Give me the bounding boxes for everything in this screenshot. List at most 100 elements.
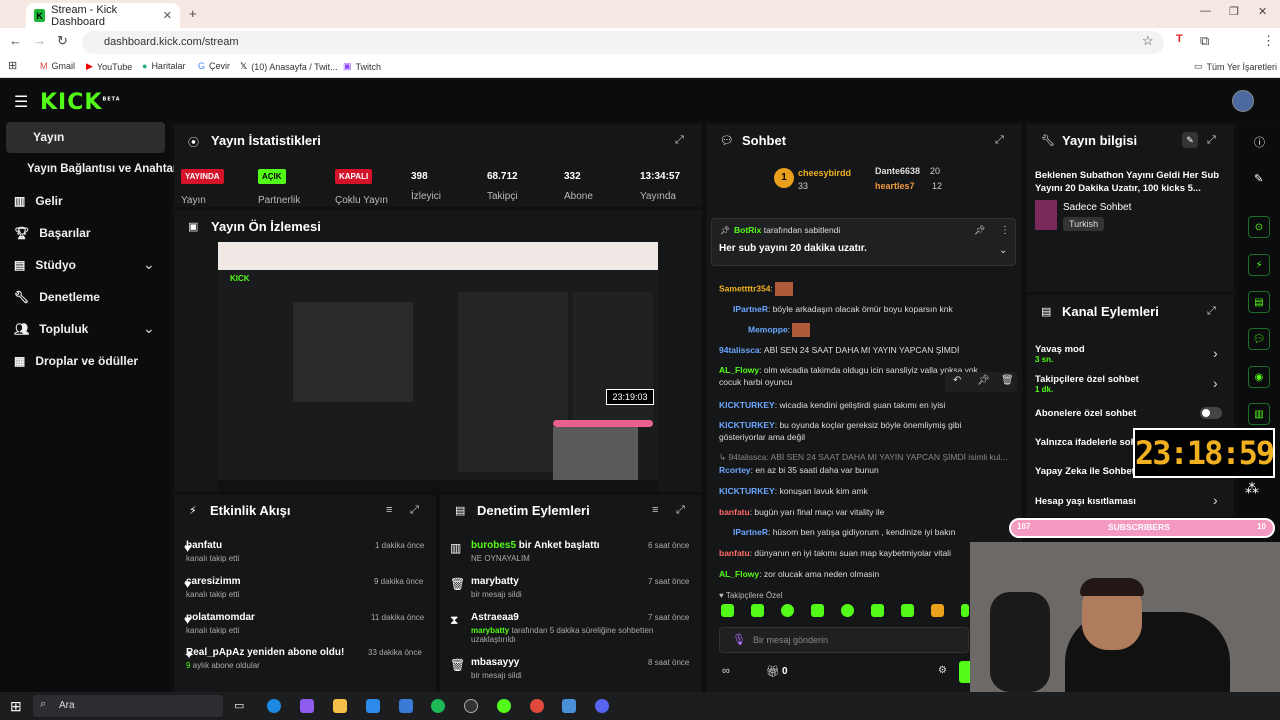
sidebar-item-moderation[interactable]: 🔧︎ Denetleme <box>14 290 100 304</box>
bookmark-youtube[interactable]: ▶ YouTube <box>86 61 132 72</box>
bookmark-star-icon[interactable]: ☆ <box>1142 33 1154 49</box>
category-name[interactable]: Sadece Sohbet <box>1063 202 1131 213</box>
emote-icon[interactable] <box>841 604 854 617</box>
category-thumbnail[interactable] <box>1035 200 1057 230</box>
channel-icon[interactable]: ▥ <box>1248 403 1270 425</box>
kick-logo[interactable]: KICKBETA <box>40 90 121 115</box>
all-bookmarks[interactable]: ▭ Tüm Yer İşaretleri <box>1194 61 1277 72</box>
gift-icon[interactable]: 🎁︎ <box>766 665 780 678</box>
emote-icon[interactable] <box>751 604 764 617</box>
emote-icon[interactable] <box>871 604 884 617</box>
filter-icon[interactable]: ≡ <box>652 504 658 516</box>
emote-icon[interactable] <box>721 604 734 617</box>
sidebar-item-stream[interactable]: Yayın <box>6 122 165 153</box>
chrome-icon[interactable] <box>530 699 544 713</box>
discord-icon[interactable] <box>595 699 609 713</box>
obs-icon[interactable] <box>464 699 478 713</box>
third-gifter-name[interactable]: heartles7 <box>875 181 915 191</box>
hamburger-menu-icon[interactable]: ☰ <box>14 92 28 112</box>
sidebar-item-drops[interactable]: ▦ Droplar ve ödüller <box>14 354 138 368</box>
top-gifter-name[interactable]: cheesybirdd <box>798 168 851 178</box>
back-icon[interactable]: ← <box>9 33 22 48</box>
emote-icon[interactable] <box>901 604 914 617</box>
app-icon[interactable] <box>399 699 413 713</box>
chevron-down-icon[interactable]: ⌄ <box>999 245 1007 256</box>
pinned-message[interactable]: 📌︎ BotRix tarafından sabitlendi Her sub … <box>711 218 1016 266</box>
sidebar-item-achievements[interactable]: 🏆︎ Başarılar <box>14 226 91 240</box>
kick-app-icon[interactable] <box>497 699 511 713</box>
edge-icon[interactable] <box>267 699 281 713</box>
emote-icon[interactable] <box>931 604 944 617</box>
pin-icon[interactable]: 📌︎ <box>974 225 985 236</box>
store-icon[interactable] <box>366 699 380 713</box>
bookmark-maps[interactable]: ● Haritalar <box>142 61 185 71</box>
extension-icon[interactable]: T <box>1176 33 1183 45</box>
browser-tab[interactable]: K Stream - Kick Dashboard ✕ <box>26 3 180 28</box>
delete-icon[interactable]: 🗑︎ <box>1001 375 1014 386</box>
more-icon[interactable]: ⋮ <box>1000 225 1010 236</box>
minimize-icon[interactable]: — <box>1200 5 1211 17</box>
file-explorer-icon[interactable] <box>333 699 347 713</box>
spotify-icon[interactable] <box>431 699 445 713</box>
expand-icon[interactable]: ⤢ <box>676 504 685 517</box>
emote-icon[interactable] <box>961 604 969 617</box>
sidebar-item-stream-key[interactable]: Yayın Bağlantısı ve Anahtarı <box>27 163 181 175</box>
microphone-icon[interactable]: 🎙︎ <box>732 633 746 646</box>
document-icon[interactable]: ▤ <box>1248 291 1270 313</box>
chevron-right-icon[interactable]: › <box>1213 345 1218 361</box>
bookmark-gmail[interactable]: M Gmail <box>40 61 75 71</box>
infinity-icon[interactable]: ∞ <box>722 665 730 677</box>
task-view-icon[interactable]: ▭ <box>234 699 248 713</box>
broadcast-icon[interactable]: ◉ <box>1248 366 1270 388</box>
windows-start-icon[interactable]: ⊞ <box>10 698 22 715</box>
chat-icon[interactable]: 💬︎ <box>1248 328 1270 350</box>
filter-icon[interactable]: ≡ <box>386 504 392 516</box>
lightning-icon[interactable]: ⚡︎ <box>1248 254 1270 276</box>
sidebar-item-revenue[interactable]: ▥ Gelir <box>14 194 63 208</box>
emote-icon[interactable] <box>811 604 824 617</box>
chevron-down-icon[interactable]: ⌄ <box>143 256 155 273</box>
chat-input[interactable]: 🎙︎ Bir mesaj gönderin <box>719 627 969 653</box>
edit-icon[interactable]: ✎ <box>1182 132 1198 148</box>
maximize-icon[interactable]: ❐ <box>1229 5 1239 18</box>
emote-icon[interactable] <box>781 604 794 617</box>
expand-icon[interactable]: ⤢ <box>1207 305 1216 318</box>
close-tab-icon[interactable]: ✕ <box>163 9 172 22</box>
chat-message: banfatu: dünyanın en iyi takımı suan map… <box>719 548 951 558</box>
pencil-icon[interactable]: ✎ <box>1254 172 1263 185</box>
app-icon[interactable] <box>562 699 576 713</box>
apps-icon[interactable]: ⊞ <box>8 59 17 72</box>
settings-icon[interactable]: ⚙︎ <box>938 665 947 676</box>
chevron-right-icon[interactable]: › <box>1213 492 1218 508</box>
taskbar-search[interactable]: ⌕ Ara <box>33 695 223 717</box>
chevron-down-icon[interactable]: ⌄ <box>143 320 155 337</box>
menu-icon[interactable]: ⋮ <box>1262 33 1275 49</box>
reload-icon[interactable]: ↻ <box>57 33 68 49</box>
target-icon[interactable]: ⊙ <box>1248 216 1270 238</box>
new-tab-icon[interactable]: + <box>189 6 197 21</box>
chevron-right-icon[interactable]: › <box>1213 375 1218 391</box>
forward-icon[interactable]: → <box>33 33 46 48</box>
stream-preview-video[interactable]: KICK 23:19:03 <box>218 242 658 492</box>
pin-icon[interactable]: 📌︎ <box>977 375 990 386</box>
expand-icon[interactable]: ⤢ <box>675 134 684 147</box>
extensions-puzzle-icon[interactable]: ⧉ <box>1200 33 1209 49</box>
second-gifter-name[interactable]: Dante6638 <box>875 166 920 176</box>
copilot-icon[interactable] <box>300 699 314 713</box>
bookmark-translate[interactable]: G Çevir <box>198 61 230 71</box>
info-icon[interactable]: ⓘ <box>1254 134 1265 150</box>
subs-chat-toggle[interactable] <box>1200 407 1222 419</box>
reply-icon[interactable]: ↶ <box>953 375 961 386</box>
expand-icon[interactable]: ⤢ <box>410 504 419 517</box>
expand-icon[interactable]: ⤢ <box>995 134 1004 147</box>
subs-right-value: 10 <box>1257 522 1266 531</box>
expand-icon[interactable]: ⤢ <box>1207 134 1216 147</box>
user-avatar[interactable] <box>1232 90 1254 112</box>
sidebar-item-studio[interactable]: ▤ Stüdyo <box>14 258 76 272</box>
bookmark-twitter[interactable]: 𝕏 (10) Anasayfa / Twit... <box>240 61 338 72</box>
url-field[interactable]: dashboard.kick.com/stream <box>82 31 1164 54</box>
sidebar-item-community[interactable]: 👥︎ Topluluk <box>14 322 88 336</box>
close-window-icon[interactable]: ✕ <box>1258 5 1267 18</box>
multistream-badge: KAPALI <box>335 169 373 184</box>
bookmark-twitch[interactable]: ▣ Twitch <box>343 61 381 72</box>
